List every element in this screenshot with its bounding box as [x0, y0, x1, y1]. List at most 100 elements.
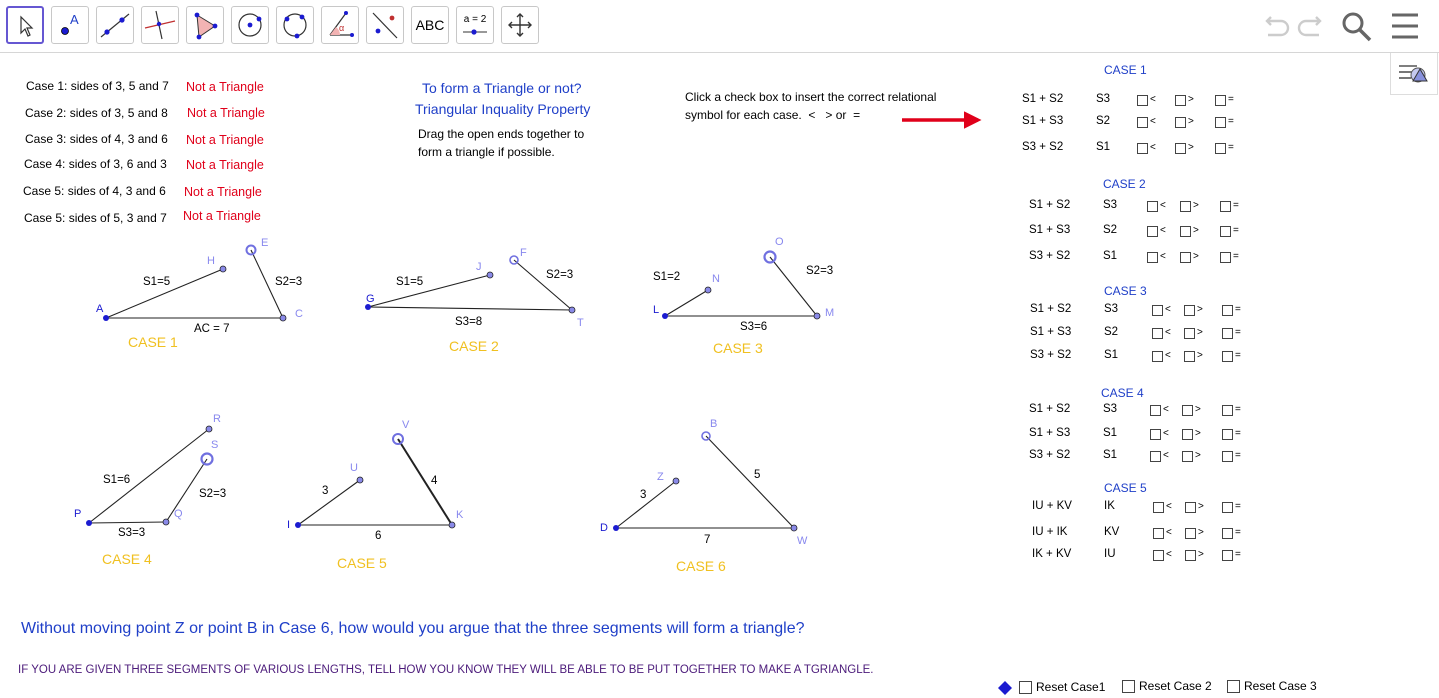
case3-row-2-sum: S1 + S3 [1030, 326, 1072, 338]
point-n[interactable] [704, 286, 712, 294]
case1-row-3-eq-symbol: = [1228, 142, 1234, 153]
case3-row-3-gt-checkbox[interactable] [1184, 351, 1195, 362]
point-c[interactable] [279, 314, 287, 322]
case2-row-2-lt-checkbox[interactable] [1147, 226, 1158, 237]
case1-row-3-lt-checkbox[interactable] [1137, 143, 1148, 154]
case3-row-1-lt-checkbox[interactable] [1152, 305, 1163, 316]
label-point-c: C [295, 308, 303, 320]
case4-figure-label: CASE 4 [102, 551, 152, 567]
search-icon[interactable] [1340, 10, 1374, 44]
redo-icon[interactable] [1296, 12, 1328, 40]
case4-row-3-eq-checkbox[interactable] [1222, 451, 1233, 462]
case3-row-3-lt-checkbox[interactable] [1152, 351, 1163, 362]
case2-row-3-gt-checkbox[interactable] [1180, 252, 1191, 263]
case4-base-label: S3=3 [118, 527, 146, 539]
case2-row-2-gt-symbol: > [1193, 225, 1199, 236]
case3-row-1-eq-checkbox[interactable] [1222, 305, 1233, 316]
case3-row-2-lt-checkbox[interactable] [1152, 328, 1163, 339]
case2-segment-s1 [367, 274, 491, 308]
case5-row-1-gt-checkbox[interactable] [1185, 502, 1196, 513]
case5-row-2-eq-checkbox[interactable] [1222, 528, 1233, 539]
case4-row-3-lt-checkbox[interactable] [1150, 451, 1161, 462]
case1-row-3-gt-checkbox[interactable] [1175, 143, 1186, 154]
case1-row-1-gt-checkbox[interactable] [1175, 95, 1186, 106]
case1-row-3-lt-symbol: < [1150, 142, 1156, 153]
point-u[interactable] [356, 476, 364, 484]
case5-s2-label: 4 [431, 475, 438, 487]
case2-row-1-gt-checkbox[interactable] [1180, 201, 1191, 212]
case4-row-3-gt-checkbox[interactable] [1182, 451, 1193, 462]
case2-base-label: S3=8 [455, 316, 483, 328]
geometry-canvas [86, 111, 982, 532]
label-point-j: J [476, 261, 482, 273]
case2-row-3-lt-checkbox[interactable] [1147, 252, 1158, 263]
point-h[interactable] [219, 265, 227, 273]
menu-icon[interactable] [1390, 12, 1420, 40]
case3-figure-label: CASE 3 [713, 340, 763, 356]
reset-case2-checkbox[interactable] [1122, 680, 1135, 693]
case6-s2-label: 5 [754, 469, 761, 481]
case2-row-1-eq-checkbox[interactable] [1220, 201, 1231, 212]
case3-row-2-eq-checkbox[interactable] [1222, 328, 1233, 339]
point-q[interactable] [162, 518, 170, 526]
case1-row-1-eq-checkbox[interactable] [1215, 95, 1226, 106]
case4-row-2-eq-symbol: = [1235, 428, 1241, 439]
case2-row-2-sum: S1 + S3 [1029, 224, 1071, 236]
point-j[interactable] [486, 271, 494, 279]
case2-row-2-gt-checkbox[interactable] [1180, 226, 1191, 237]
case4-row-1-sum: S1 + S2 [1029, 403, 1071, 415]
point-m[interactable] [813, 312, 821, 320]
case4-row-1-eq-checkbox[interactable] [1222, 405, 1233, 416]
case2-row-2-side: S2 [1103, 224, 1118, 236]
label-point-n: N [712, 273, 720, 285]
case3-row-3-eq-checkbox[interactable] [1222, 351, 1233, 362]
question-text: Without moving point Z or point B in Cas… [21, 620, 805, 637]
case1-row-2-eq-checkbox[interactable] [1215, 117, 1226, 128]
point-z[interactable] [672, 477, 680, 485]
point-r[interactable] [205, 425, 213, 433]
case2-row-1-lt-checkbox[interactable] [1147, 201, 1158, 212]
case5-row-1-eq-symbol: = [1235, 501, 1241, 512]
case5-row-3-eq-symbol: = [1235, 549, 1241, 560]
case1-row-2-lt-checkbox[interactable] [1137, 117, 1148, 128]
case3-row-2-gt-checkbox[interactable] [1184, 328, 1195, 339]
case4-row-2-lt-checkbox[interactable] [1150, 429, 1161, 440]
point-t[interactable] [568, 306, 576, 314]
case4-row-2-eq-checkbox[interactable] [1222, 429, 1233, 440]
label-point-v: V [402, 419, 410, 431]
case3-row-1-gt-checkbox[interactable] [1184, 305, 1195, 316]
case5-row-3-lt-checkbox[interactable] [1153, 550, 1164, 561]
case1-row-2-gt-checkbox[interactable] [1175, 117, 1186, 128]
point-w[interactable] [790, 524, 798, 532]
case2-row-3-eq-checkbox[interactable] [1220, 252, 1231, 263]
case6-segment-s2 [705, 435, 795, 529]
case3-s2-label: S2=3 [806, 265, 834, 277]
case1-row-1-lt-checkbox[interactable] [1137, 95, 1148, 106]
case1-row-3-eq-checkbox[interactable] [1215, 143, 1226, 154]
case4-row-2-gt-checkbox[interactable] [1182, 429, 1193, 440]
case3-row-2-eq-symbol: = [1235, 327, 1241, 338]
undo-icon[interactable] [1259, 12, 1291, 40]
case5-row-1-eq-checkbox[interactable] [1222, 502, 1233, 513]
case5-row-2-gt-checkbox[interactable] [1185, 528, 1196, 539]
label-point-t: T [577, 317, 584, 329]
case5-row-3-eq-checkbox[interactable] [1222, 550, 1233, 561]
point-a [103, 315, 109, 321]
case4-row-1-lt-checkbox[interactable] [1150, 405, 1161, 416]
case4-row-3-sum: S3 + S2 [1029, 449, 1071, 461]
label-point-d: D [600, 522, 608, 534]
case5-row-2-gt-symbol: > [1198, 527, 1204, 538]
case4-row-1-gt-symbol: > [1195, 404, 1201, 415]
reset-case1-checkbox[interactable] [1019, 681, 1032, 694]
case2-segment-s2 [513, 259, 573, 311]
case5-row-1-lt-checkbox[interactable] [1153, 502, 1164, 513]
point-k[interactable] [448, 521, 456, 529]
case4-row-1-gt-checkbox[interactable] [1182, 405, 1193, 416]
case5-row-2-eq-symbol: = [1235, 527, 1241, 538]
case5-row-3-gt-checkbox[interactable] [1185, 550, 1196, 561]
style-bar-toggle-button[interactable] [1390, 53, 1438, 95]
reset-case3-checkbox[interactable] [1227, 680, 1240, 693]
case1-row-2-side: S2 [1096, 115, 1111, 127]
case5-row-2-lt-checkbox[interactable] [1153, 528, 1164, 539]
case2-row-2-eq-checkbox[interactable] [1220, 226, 1231, 237]
